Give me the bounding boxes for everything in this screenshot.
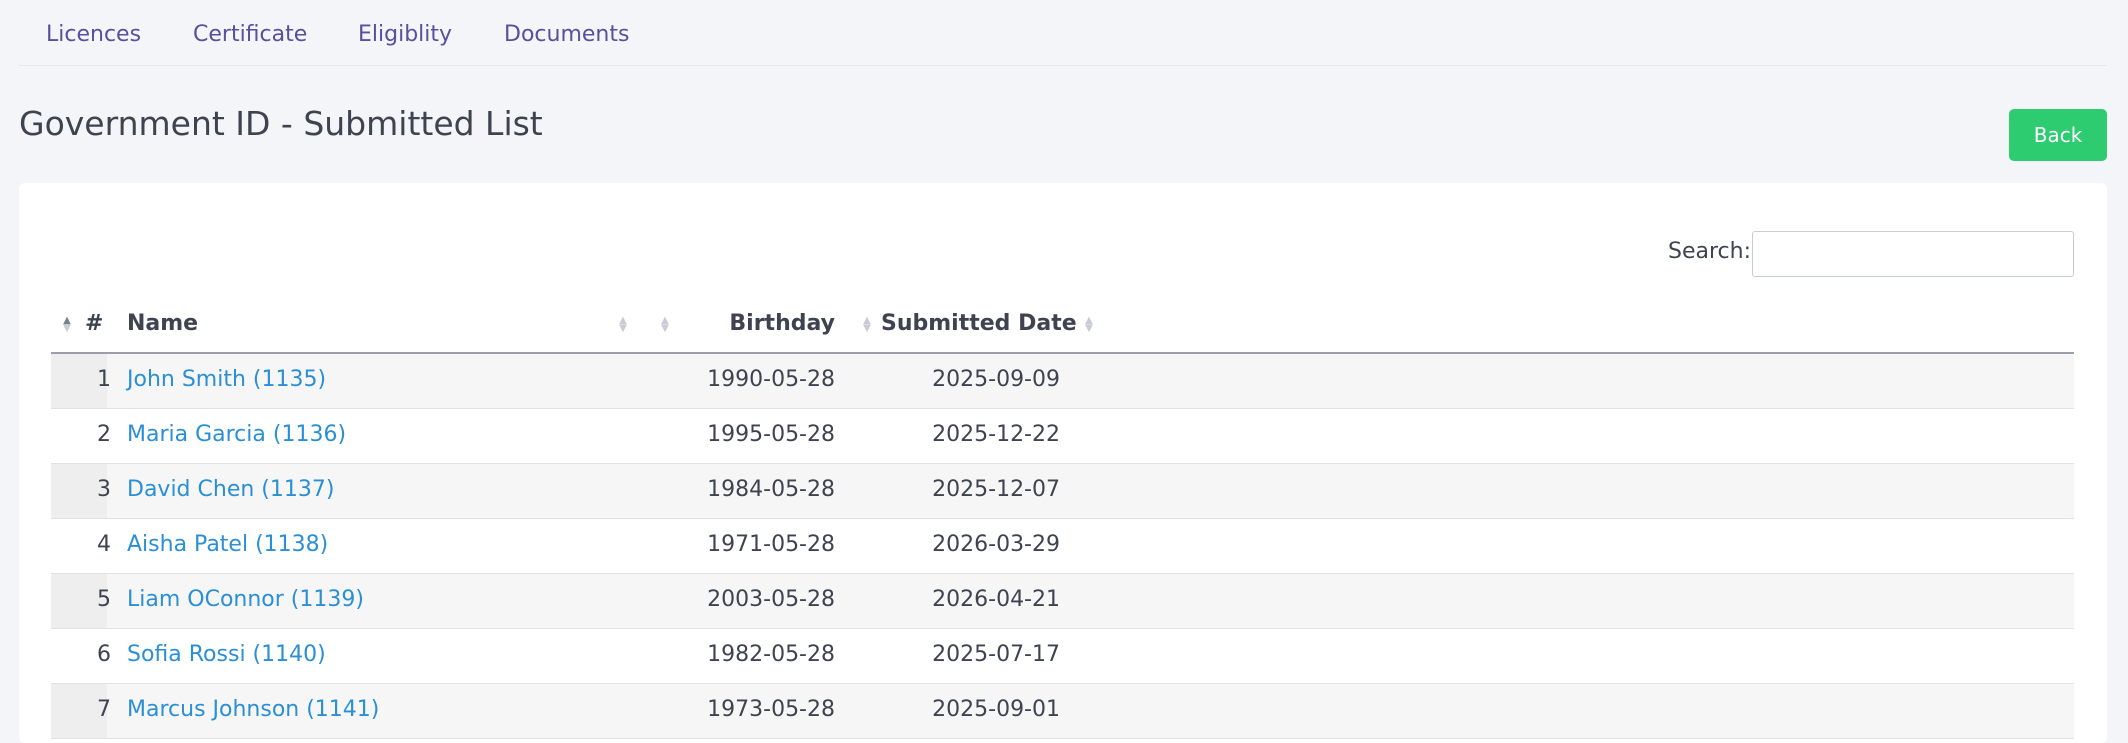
row-name-link[interactable]: John Smith (1135) bbox=[127, 367, 326, 392]
tab-licences[interactable]: Licences bbox=[46, 22, 141, 47]
column-header-index[interactable]: # bbox=[85, 311, 103, 336]
column-header-birthday[interactable]: Birthday bbox=[729, 311, 835, 336]
row-index: 4 bbox=[97, 532, 111, 557]
row-index: 1 bbox=[97, 367, 111, 392]
row-name-link[interactable]: Sofia Rossi (1140) bbox=[127, 642, 326, 667]
table-header: ▲ ▼ # Name ▲ ▼ ▲ ▼ Birthday ▲ ▼ Submitted Da… bbox=[51, 294, 2074, 354]
table-row: 6 Sofia Rossi (1140) 1982-05-28 2025-07-17 bbox=[51, 629, 2074, 684]
search-input[interactable] bbox=[1752, 231, 2074, 277]
row-name-link[interactable]: Maria Garcia (1136) bbox=[127, 422, 346, 447]
row-birthday: 1984-05-28 bbox=[707, 477, 835, 502]
row-name-link[interactable]: Aisha Patel (1138) bbox=[127, 532, 328, 557]
row-name-link[interactable]: Marcus Johnson (1141) bbox=[127, 697, 379, 722]
row-submitted-date: 2025-09-01 bbox=[932, 697, 1060, 722]
column-header-name[interactable]: Name bbox=[127, 311, 198, 336]
sort-extra-icon[interactable]: ▲ ▼ bbox=[1084, 316, 1094, 334]
row-submitted-date: 2025-12-07 bbox=[932, 477, 1060, 502]
tab-bar: Licences Certificate Eligiblity Document… bbox=[19, 0, 2107, 66]
row-index: 5 bbox=[97, 587, 111, 612]
table-row: 3 David Chen (1137) 1984-05-28 2025-12-07 bbox=[51, 464, 2074, 519]
search-label: Search: bbox=[1668, 239, 1751, 264]
row-index: 7 bbox=[97, 697, 111, 722]
table-row: 1 John Smith (1135) 1990-05-28 2025-09-09 bbox=[51, 354, 2074, 409]
row-submitted-date: 2025-12-22 bbox=[932, 422, 1060, 447]
submitted-table: ▲ ▼ # Name ▲ ▼ ▲ ▼ Birthday ▲ ▼ Submitted Da… bbox=[51, 294, 2074, 739]
table-body: 1 John Smith (1135) 1990-05-28 2025-09-09 2 M… bbox=[51, 354, 2074, 739]
sort-index-icon[interactable]: ▲ ▼ bbox=[62, 316, 72, 334]
table-row: 5 Liam OConnor (1139) 2003-05-28 2026-04-21 bbox=[51, 574, 2074, 629]
sort-name-icon[interactable]: ▲ ▼ bbox=[618, 316, 628, 334]
column-header-submitted-date[interactable]: Submitted Date bbox=[881, 311, 1077, 336]
row-birthday: 2003-05-28 bbox=[707, 587, 835, 612]
row-birthday: 1982-05-28 bbox=[707, 642, 835, 667]
tab-documents[interactable]: Documents bbox=[504, 22, 629, 47]
sort-submitted-icon[interactable]: ▲ ▼ bbox=[862, 316, 872, 334]
row-submitted-date: 2026-04-21 bbox=[932, 587, 1060, 612]
row-birthday: 1995-05-28 bbox=[707, 422, 835, 447]
row-index: 3 bbox=[97, 477, 111, 502]
sort-birthday-icon[interactable]: ▲ ▼ bbox=[660, 316, 670, 334]
row-index: 2 bbox=[97, 422, 111, 447]
row-submitted-date: 2025-09-09 bbox=[932, 367, 1060, 392]
tab-certificate[interactable]: Certificate bbox=[193, 22, 307, 47]
tab-eligibility[interactable]: Eligiblity bbox=[358, 22, 452, 47]
row-birthday: 1973-05-28 bbox=[707, 697, 835, 722]
row-submitted-date: 2026-03-29 bbox=[932, 532, 1060, 557]
table-row: 4 Aisha Patel (1138) 1971-05-28 2026-03-29 bbox=[51, 519, 2074, 574]
row-birthday: 1990-05-28 bbox=[707, 367, 835, 392]
row-birthday: 1971-05-28 bbox=[707, 532, 835, 557]
row-index: 6 bbox=[97, 642, 111, 667]
content-card: Search: ▲ ▼ # Name ▲ ▼ ▲ ▼ Birthday ▲ ▼ Subm… bbox=[19, 183, 2107, 743]
table-row: 2 Maria Garcia (1136) 1995-05-28 2025-12-22 bbox=[51, 409, 2074, 464]
back-button[interactable]: Back bbox=[2009, 109, 2107, 161]
page-title: Government ID - Submitted List bbox=[19, 104, 543, 143]
row-submitted-date: 2025-07-17 bbox=[932, 642, 1060, 667]
row-name-link[interactable]: Liam OConnor (1139) bbox=[127, 587, 364, 612]
row-name-link[interactable]: David Chen (1137) bbox=[127, 477, 334, 502]
table-row: 7 Marcus Johnson (1141) 1973-05-28 2025-09-… bbox=[51, 684, 2074, 739]
